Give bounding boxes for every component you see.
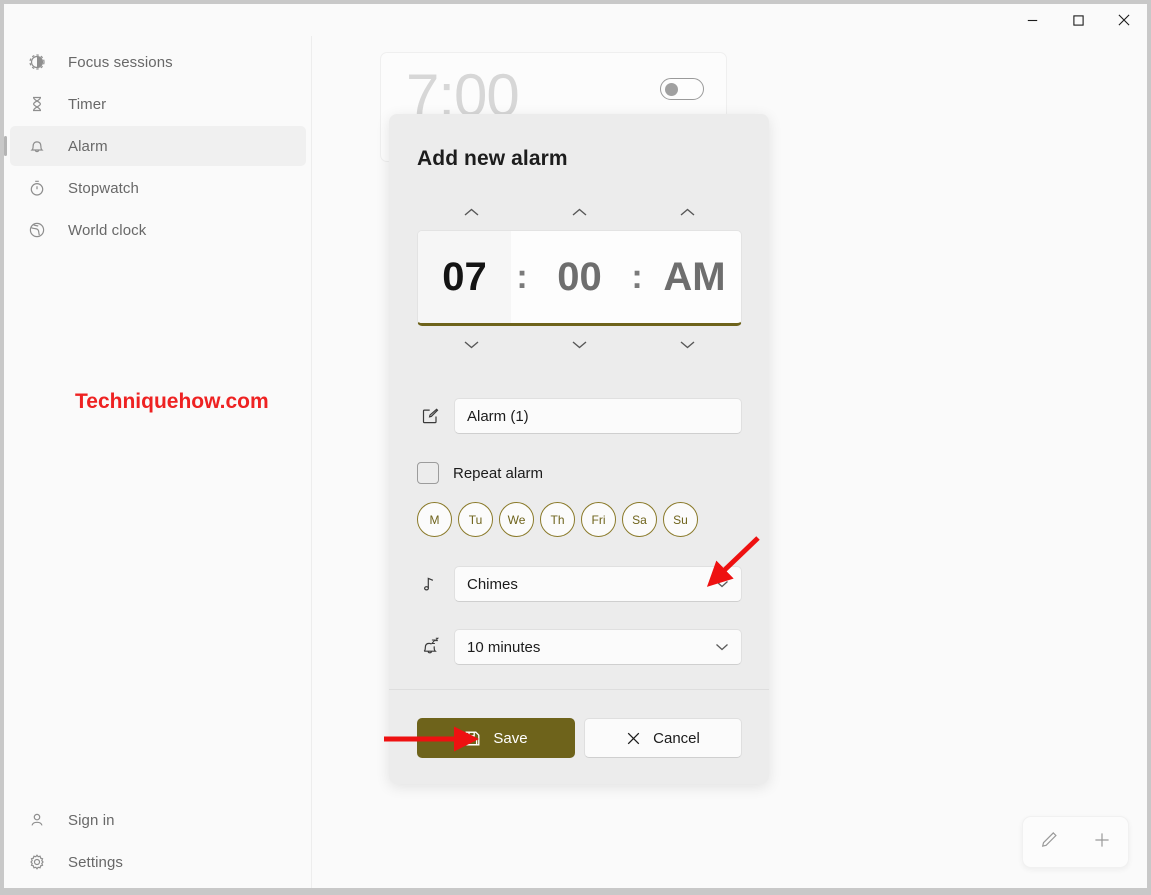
plus-icon [1092, 830, 1112, 855]
meridiem-value[interactable]: AM [648, 231, 741, 323]
sidebar-item-sign-in[interactable]: Sign in [10, 800, 306, 840]
clock-icon [26, 9, 48, 31]
day-button-saturday[interactable]: Sa [622, 502, 657, 537]
cancel-button-label: Cancel [653, 729, 700, 747]
focus-icon [26, 51, 48, 73]
day-button-monday[interactable]: M [417, 502, 452, 537]
minute-value[interactable]: 00 [533, 231, 626, 323]
save-button[interactable]: Save [417, 718, 575, 758]
hourglass-icon [26, 93, 48, 115]
alarm-name-value: Alarm (1) [467, 407, 529, 425]
snooze-duration-dropdown[interactable]: 10 minutes [454, 629, 742, 665]
alarm-name-input[interactable]: Alarm (1) [454, 398, 742, 434]
day-button-tuesday[interactable]: Tu [458, 502, 493, 537]
repeat-day-selector: M Tu We Th Fri Sa Su [417, 502, 698, 537]
alarm-name-row: Alarm (1) [417, 398, 742, 434]
save-disk-icon [464, 730, 481, 747]
sidebar-bottom-list: Sign in Settings [4, 798, 312, 884]
person-icon [26, 809, 48, 831]
repeat-alarm-label: Repeat alarm [453, 464, 544, 482]
sidebar-item-label: World clock [68, 221, 147, 239]
edit-alarms-button[interactable] [1029, 823, 1069, 861]
navigation-sidebar: Clock Focus sessions Timer Alarm Stopwat… [4, 4, 312, 888]
dialog-footer: Save Cancel [417, 718, 742, 758]
main-content: 7:00 Add new alarm 07: 00: AM Alarm (1… [313, 4, 1147, 888]
time-picker: 07 : 00 : AM [417, 198, 742, 358]
hour-increment-button[interactable] [417, 198, 525, 226]
meridiem-decrement-button[interactable] [634, 330, 742, 358]
time-picker-up-arrows [417, 198, 742, 226]
alarm-sound-row: Chimes [417, 566, 742, 602]
save-button-label: Save [493, 729, 528, 747]
sidebar-item-label: Clock [68, 11, 107, 29]
clock-app-window: Clock Focus sessions Timer Alarm Stopwat… [4, 4, 1147, 888]
hour-value[interactable]: 07 [418, 231, 511, 323]
repeat-alarm-checkbox[interactable] [417, 462, 439, 484]
globe-icon [26, 219, 48, 241]
floating-action-bar [1022, 816, 1129, 868]
sidebar-item-label: Timer [68, 95, 107, 113]
time-picker-display: 07 : 00 : AM [417, 230, 742, 326]
dialog-title: Add new alarm [417, 147, 568, 170]
cancel-button[interactable]: Cancel [584, 718, 742, 758]
toggle-knob [665, 83, 678, 96]
sidebar-item-world-clock[interactable]: World clock [10, 210, 306, 250]
day-button-thursday[interactable]: Th [540, 502, 575, 537]
time-separator-2: : [631, 257, 643, 296]
sidebar-item-label: Settings [68, 853, 123, 871]
sidebar-primary-list: Clock Focus sessions Timer Alarm Stopwat… [4, 4, 312, 252]
time-picker-down-arrows [417, 330, 742, 358]
chevron-down-icon [715, 576, 729, 593]
day-button-sunday[interactable]: Su [663, 502, 698, 537]
snooze-row: 10 minutes [417, 629, 742, 665]
sidebar-item-focus-sessions[interactable]: Focus sessions [10, 42, 306, 82]
stopwatch-icon [26, 177, 48, 199]
sidebar-item-label: Alarm [68, 137, 108, 155]
hour-decrement-button[interactable] [417, 330, 525, 358]
chevron-down-icon [715, 639, 729, 656]
minute-decrement-button[interactable] [525, 330, 633, 358]
day-button-friday[interactable]: Fri [581, 502, 616, 537]
pencil-icon [1039, 830, 1059, 855]
gear-icon [26, 851, 48, 873]
snooze-bell-icon [417, 634, 443, 660]
bell-icon [26, 135, 48, 157]
sidebar-item-label: Stopwatch [68, 179, 139, 197]
alarm-enable-toggle[interactable] [660, 78, 704, 100]
close-icon [626, 731, 641, 746]
add-new-alarm-dialog: Add new alarm 07: 00: AM Alarm (1) Rep… [389, 114, 769, 784]
sidebar-item-settings[interactable]: Settings [10, 842, 306, 882]
alarm-sound-dropdown[interactable]: Chimes [454, 566, 742, 602]
minute-increment-button[interactable] [525, 198, 633, 226]
meridiem-increment-button[interactable] [634, 198, 742, 226]
snooze-duration-value: 10 minutes [467, 638, 541, 656]
sidebar-item-alarm[interactable]: Alarm [4, 126, 306, 166]
music-note-icon [417, 571, 443, 597]
sidebar-item-label: Focus sessions [68, 53, 173, 71]
screen: Clock Focus sessions Timer Alarm Stopwat… [0, 0, 1151, 895]
sidebar-item-label: Sign in [68, 811, 115, 829]
sidebar-item-stopwatch[interactable]: Stopwatch [10, 168, 306, 208]
edit-icon [417, 403, 443, 429]
alarm-sound-value: Chimes [467, 575, 518, 593]
dialog-footer-divider [389, 689, 769, 690]
add-alarm-button[interactable] [1082, 823, 1122, 861]
sidebar-item-clock[interactable]: Clock [10, 4, 306, 40]
watermark-text: Techniquehow.com [75, 390, 269, 413]
repeat-alarm-row[interactable]: Repeat alarm [417, 462, 543, 484]
sidebar-item-timer[interactable]: Timer [10, 84, 306, 124]
time-separator-1: : [516, 257, 528, 296]
day-button-wednesday[interactable]: We [499, 502, 534, 537]
